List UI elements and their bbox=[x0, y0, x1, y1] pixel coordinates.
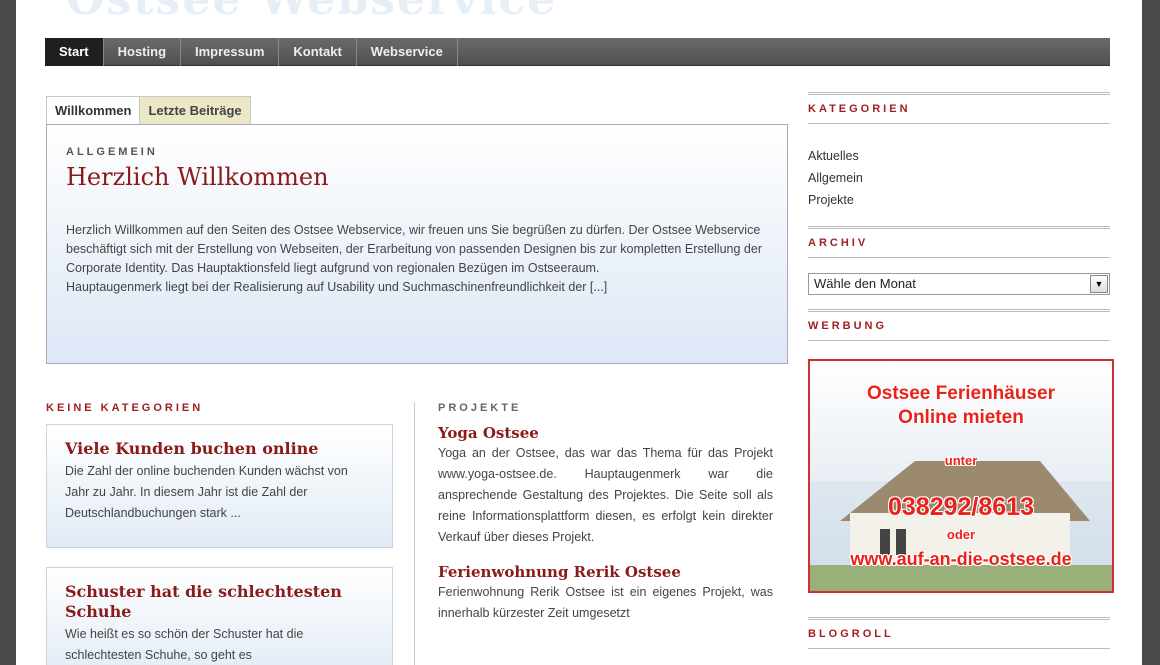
ad-url: www.auf-an-die-ostsee.de bbox=[850, 549, 1072, 569]
archive-month-select[interactable]: Wähle den Monat ▼ bbox=[808, 273, 1110, 295]
ad-line-2: Online mieten bbox=[898, 407, 1024, 428]
archive-select-value: Wähle den Monat bbox=[814, 276, 916, 291]
featured-body-text: Herzlich Willkommen auf den Seiten des O… bbox=[66, 223, 762, 275]
ad-line-1: Ostsee Ferienhäuser bbox=[867, 383, 1055, 404]
post-title[interactable]: Ferienwohnung Rerik Ostsee bbox=[438, 562, 773, 582]
column-divider bbox=[414, 402, 415, 665]
nav-item-hosting[interactable]: Hosting bbox=[104, 38, 182, 66]
middle-column: PROJEKTE Yoga Ostsee Yoga an der Ostsee,… bbox=[438, 402, 773, 624]
site-logo[interactable]: Ostsee Webservice bbox=[66, 0, 557, 25]
post-title[interactable]: Yoga Ostsee bbox=[438, 423, 773, 443]
nav-item-kontakt[interactable]: Kontakt bbox=[279, 38, 357, 66]
post-card: Viele Kunden buchen online Die Zahl der … bbox=[46, 424, 393, 548]
page-frame: Ostsee Webservice Start Hosting Impressu… bbox=[16, 0, 1142, 665]
post-title[interactable]: Viele Kunden buchen online bbox=[65, 439, 374, 459]
archive-heading: ARCHIV bbox=[808, 226, 1110, 258]
category-link[interactable]: Aktuelles bbox=[808, 145, 1110, 167]
ad-banner[interactable]: Ostsee Ferienhäuser Online mieten unter … bbox=[808, 359, 1114, 593]
ad-line-4: oder bbox=[946, 527, 976, 542]
ad-line-3: unter bbox=[944, 453, 978, 468]
nav-item-impressum[interactable]: Impressum bbox=[181, 38, 280, 66]
post-excerpt: Die Zahl der online buchenden Kunden wäc… bbox=[65, 464, 348, 520]
featured-title[interactable]: Herzlich Willkommen bbox=[66, 163, 329, 191]
featured-body-text-2: Hauptaugenmerk liegt bei der Realisierun… bbox=[66, 280, 608, 294]
post-title[interactable]: Schuster hat die schlechtesten Schuhe bbox=[65, 582, 374, 622]
featured-body: Herzlich Willkommen auf den Seiten des O… bbox=[66, 221, 766, 297]
sidebar: KATEGORIEN Aktuelles Allgemein Projekte … bbox=[808, 92, 1114, 649]
featured-tabs: Willkommen Letzte Beiträge bbox=[46, 96, 251, 124]
post-excerpt: Ferienwohnung Rerik Ostsee ist ein eigen… bbox=[438, 585, 773, 620]
tab-willkommen[interactable]: Willkommen bbox=[46, 96, 141, 124]
category-link[interactable]: Projekte bbox=[808, 189, 1110, 211]
chevron-down-icon[interactable]: ▼ bbox=[1090, 275, 1108, 293]
nav-item-webservice[interactable]: Webservice bbox=[357, 38, 458, 66]
featured-panel: ALLGEMEIN Herzlich Willkommen Herzlich W… bbox=[46, 124, 788, 364]
categories-list: Aktuelles Allgemein Projekte bbox=[808, 124, 1110, 211]
tab-letzte-beitraege[interactable]: Letzte Beiträge bbox=[140, 96, 251, 124]
main-nav: Start Hosting Impressum Kontakt Webservi… bbox=[45, 38, 1110, 66]
categories-heading: KATEGORIEN bbox=[808, 92, 1110, 124]
featured-category[interactable]: ALLGEMEIN bbox=[66, 146, 158, 158]
ad-phone: 038292/8613 bbox=[888, 493, 1034, 521]
left-column: KEINE KATEGORIEN Viele Kunden buchen onl… bbox=[46, 402, 393, 665]
nav-item-start[interactable]: Start bbox=[45, 38, 104, 66]
post-excerpt: Yoga an der Ostsee, das war das Thema fü… bbox=[438, 446, 773, 544]
category-link[interactable]: Allgemein bbox=[808, 167, 1110, 189]
left-column-heading: KEINE KATEGORIEN bbox=[46, 402, 204, 414]
ad-heading: WERBUNG bbox=[808, 309, 1110, 341]
middle-column-heading: PROJEKTE bbox=[438, 402, 522, 414]
post-excerpt: Wie heißt es so schön der Schuster hat d… bbox=[65, 627, 304, 662]
blogroll-heading: BLOGROLL bbox=[808, 617, 1110, 649]
post-card: Schuster hat die schlechtesten Schuhe Wi… bbox=[46, 567, 393, 665]
